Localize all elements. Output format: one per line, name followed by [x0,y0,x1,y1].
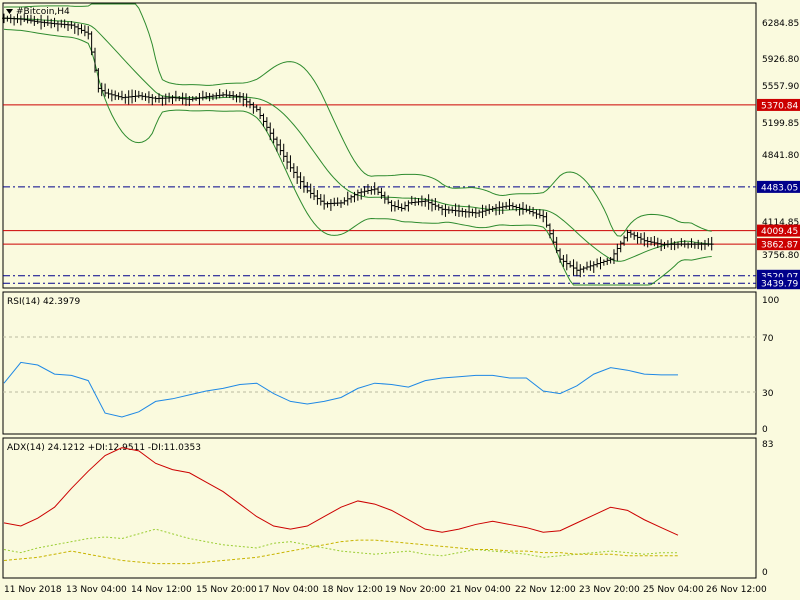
price-tick: 5926.80 [762,55,799,65]
rsi-tick: 30 [762,389,774,399]
time-label: 13 Nov 04:00 [66,585,127,595]
adx-panel [2,437,757,579]
adx-title: ADX(14) 24.1212 +DI:12.9511 -DI:11.0353 [7,443,201,453]
time-label: 25 Nov 04:00 [643,585,704,595]
time-label: 14 Nov 12:00 [131,585,192,595]
adx-tick: 83 [762,440,773,450]
price-tick: 3756.80 [762,251,799,261]
time-label: 11 Nov 2018 [4,585,62,595]
time-label: 15 Nov 20:00 [196,585,257,595]
adx-tick: 0 [762,568,768,578]
level-label: 3439.79 [761,280,798,290]
rsi-tick: 70 [762,334,774,344]
price-tick: 5557.90 [762,82,799,92]
price-tick: 5199.85 [762,119,799,129]
time-label: 23 Nov 20:00 [579,585,640,595]
price-axis: 6284.85 5926.80 5557.90 5199.85 4841.80 … [762,19,799,292]
rsi-tick: 100 [762,296,779,306]
rsi-tick: 0 [762,425,768,435]
chart-canvas: #Bitcoin,H4 6284.85 5926.80 5557.90 5199… [2,2,800,595]
chart-window: #Bitcoin,H4 6284.85 5926.80 5557.90 5199… [0,0,800,600]
rsi-title: RSI(14) 42.3979 [7,297,80,307]
chart-title[interactable]: #Bitcoin,H4 [6,7,70,17]
price-panel [2,2,757,289]
time-label: 21 Nov 04:00 [450,585,511,595]
level-label: 3862.87 [761,241,798,251]
rsi-panel [2,291,757,435]
rsi-axis: 100 70 30 0 [762,296,779,435]
time-label: 22 Nov 12:00 [515,585,576,595]
price-tick: 4841.80 [762,151,799,161]
level-label: 4009.45 [761,227,798,237]
level-label: 4483.05 [761,183,798,193]
time-label: 18 Nov 12:00 [322,585,383,595]
time-axis: 11 Nov 2018 13 Nov 04:00 14 Nov 12:00 15… [4,585,767,595]
price-tick: 6284.85 [762,19,799,29]
time-label: 19 Nov 20:00 [385,585,446,595]
adx-axis: 83 0 [762,440,773,578]
level-label: 5370.84 [761,101,798,111]
time-label: 26 Nov 12:00 [706,585,767,595]
time-label: 17 Nov 04:00 [258,585,319,595]
